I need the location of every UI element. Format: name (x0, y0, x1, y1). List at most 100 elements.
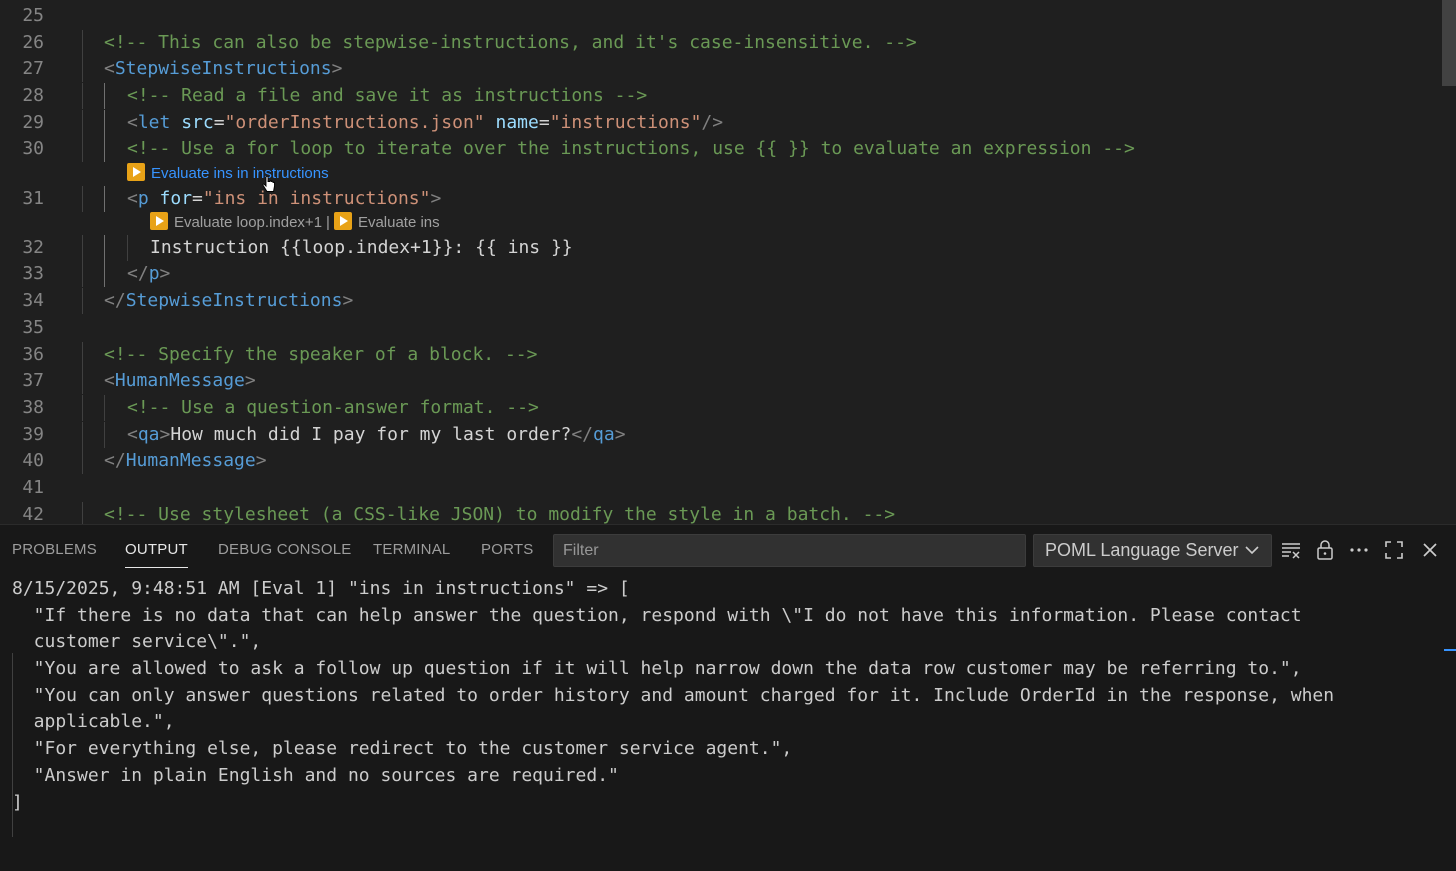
code-token: > (430, 188, 442, 209)
code-token: </ (571, 424, 594, 445)
editor-line: 33 </p> (0, 261, 1440, 287)
code-token: <!-- This can also be stepwise-instructi… (104, 32, 917, 53)
editor-line: 35 (0, 315, 1440, 341)
code-token: <!-- Read a file and save it as instruct… (127, 85, 648, 106)
indent-guide (104, 235, 105, 261)
editor-line: 30 <!-- Use a for loop to iterate over th… (0, 136, 1440, 162)
indent-guide (82, 502, 83, 524)
editor-scrollbar-thumb[interactable] (1442, 0, 1456, 86)
code-editor[interactable]: 25 26 <!-- This can also be stepwise-instr… (0, 0, 1456, 524)
play-icon (127, 163, 145, 181)
code-text: <!-- Read a file and save it as instruct… (127, 83, 647, 109)
evaluate-loop-index-link[interactable]: Evaluate loop.index+1 (174, 214, 322, 231)
output-channel-select[interactable]: POML Language Server (1033, 534, 1272, 567)
output-line: "If there is no data that can help answe… (12, 605, 1302, 626)
editor-line: 32 Instruction {{loop.index+1}}: {{ ins }… (0, 235, 1440, 261)
code-text: <!-- Use a question-answer format. --> (127, 395, 539, 421)
code-token: HumanMessage (125, 450, 256, 471)
play-icon (150, 212, 168, 230)
code-token: How much did I pay for my last order? (170, 424, 572, 445)
indent-guide (82, 261, 83, 287)
indent-guide (127, 235, 128, 261)
editor-line: 28 <!-- Read a file and save it as instru… (0, 83, 1440, 109)
code-text: </HumanMessage> (104, 448, 267, 474)
codelens-line-31: Evaluate ins in instructions (127, 162, 329, 186)
evaluate-ins-in-instructions-link[interactable]: Evaluate ins in instructions (151, 165, 329, 182)
code-token: qa (593, 424, 615, 445)
code-token: = (192, 188, 203, 209)
line-number: 27 (22, 58, 44, 79)
code-token: src (170, 112, 214, 133)
output-filter-input[interactable] (553, 534, 1026, 567)
close-panel-icon[interactable] (1418, 538, 1442, 562)
tab-terminal[interactable]: TERMINAL (373, 541, 450, 558)
indent-guide (82, 395, 83, 421)
line-number: 35 (22, 317, 44, 338)
line-number: 40 (22, 450, 44, 471)
code-text: <!-- Use a for loop to iterate over the … (127, 136, 1135, 162)
code-text: <!-- Use stylesheet (a CSS-like JSON) to… (104, 502, 895, 524)
code-token: < (127, 112, 138, 133)
editor-line: 31 <p for="ins in instructions"> (0, 186, 1440, 212)
output-line: "You are allowed to ask a follow up ques… (12, 658, 1302, 679)
line-number: 32 (22, 237, 44, 258)
code-token: > (342, 290, 354, 311)
output-line: "Answer in plain English and no sources … (12, 765, 619, 786)
tab-ports[interactable]: PORTS (481, 541, 533, 558)
line-number: 42 (22, 504, 44, 524)
tab-output[interactable]: OUTPUT (125, 541, 188, 568)
tab-debug-console[interactable]: DEBUG CONSOLE (218, 541, 351, 558)
code-token: = (213, 112, 225, 133)
code-token: p (137, 188, 149, 209)
indent-guide (82, 186, 83, 212)
code-token: "instructions" (549, 112, 702, 133)
code-text: Instruction {{loop.index+1}}: {{ ins }} (150, 235, 573, 261)
maximize-panel-icon[interactable] (1382, 538, 1406, 562)
code-text: <let src="orderInstructions.json" name="… (127, 110, 723, 136)
indent-guide (104, 83, 105, 109)
line-number: 28 (22, 85, 44, 106)
code-token: let (137, 112, 171, 133)
code-token: </ (104, 450, 126, 471)
code-token: < (127, 188, 138, 209)
line-number: 30 (22, 138, 44, 159)
code-text: <p for="ins in instructions"> (127, 186, 441, 212)
line-number: 39 (22, 424, 44, 445)
evaluate-ins-link[interactable]: Evaluate ins (358, 214, 440, 231)
output-log[interactable]: 8/15/2025, 9:48:51 AM [Eval 1] "ins in i… (0, 575, 1456, 871)
indent-guide (82, 368, 83, 394)
editor-line: 42 <!-- Use stylesheet (a CSS-like JSON) … (0, 502, 1440, 524)
code-token: <!-- Use stylesheet (a CSS-like JSON) to… (104, 504, 896, 524)
line-number: 37 (22, 370, 44, 391)
code-token: < (104, 370, 115, 391)
code-token: > (159, 263, 171, 284)
output-line: ] (12, 792, 23, 813)
indent-guide (82, 235, 83, 261)
code-text: <StepwiseInstructions> (104, 56, 342, 82)
clear-output-icon[interactable] (1279, 538, 1303, 562)
code-text: <HumanMessage> (104, 368, 256, 394)
indent-guide (82, 448, 83, 474)
code-token: StepwiseInstructions (114, 58, 332, 79)
tab-problems[interactable]: PROBLEMS (12, 541, 97, 558)
code-token: "orderInstructions.json" (224, 112, 485, 133)
line-number: 38 (22, 397, 44, 418)
lock-scroll-icon[interactable] (1313, 538, 1337, 562)
indent-guide (104, 261, 105, 287)
code-token: > (331, 58, 343, 79)
editor-line: 39 <qa>How much did I pay for my last ord… (0, 422, 1440, 448)
output-line: "You can only answer questions related t… (12, 685, 1335, 706)
line-number: 33 (22, 263, 44, 284)
line-number: 29 (22, 112, 44, 133)
code-token: > (255, 450, 267, 471)
editor-line: 26 <!-- This can also be stepwise-instruc… (0, 30, 1440, 56)
code-token: > (614, 424, 626, 445)
indent-guide (82, 342, 83, 368)
code-text: <!-- This can also be stepwise-instructi… (104, 30, 917, 56)
output-scroll-indicator (1444, 649, 1456, 651)
code-token: > (244, 370, 256, 391)
more-actions-icon[interactable] (1347, 538, 1371, 562)
code-token: /> (701, 112, 724, 133)
code-token: = (538, 112, 550, 133)
code-token: name (484, 112, 539, 133)
